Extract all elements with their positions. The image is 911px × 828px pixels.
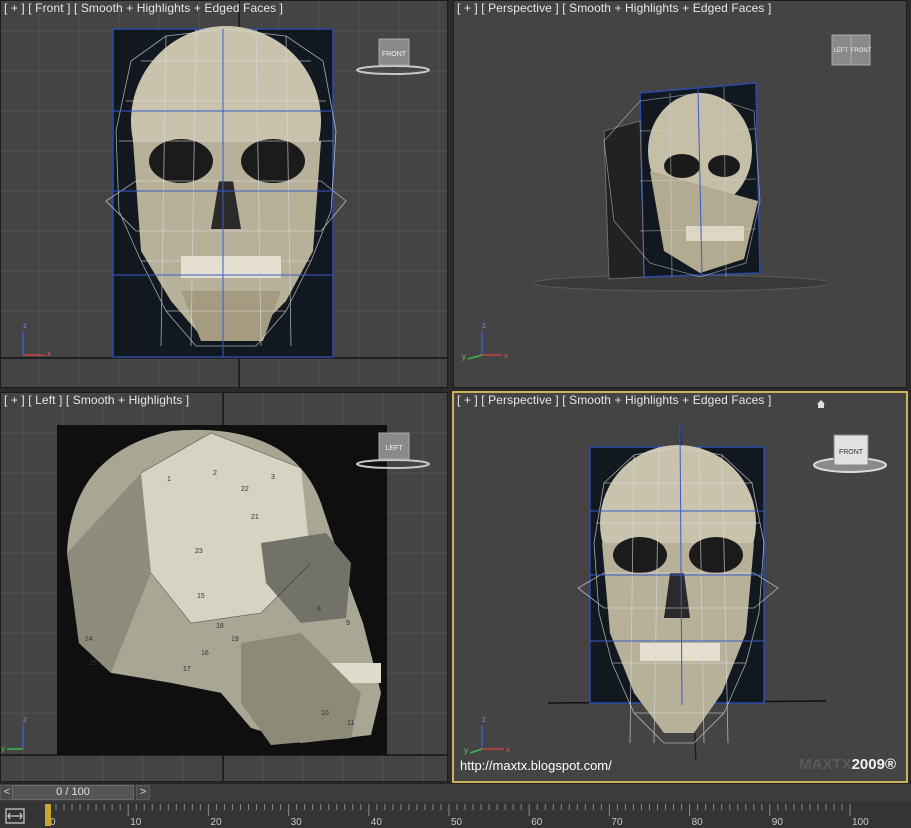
view-cube-label: FRONT	[839, 449, 864, 456]
svg-text:18: 18	[216, 623, 224, 630]
track-ruler: 0 10 20 30 40 50 60 70 80 90 100	[47, 804, 869, 828]
next-frame-button[interactable]: >	[136, 785, 150, 800]
svg-text:9: 9	[346, 620, 350, 627]
ruler-tick-label: 20	[210, 817, 222, 828]
ruler-tick-label: 30	[291, 817, 303, 828]
svg-text:11: 11	[347, 720, 354, 727]
svg-text:21: 21	[251, 514, 259, 521]
brand-year: 2009®	[851, 756, 896, 773]
ruler-tick-label: 70	[611, 817, 623, 828]
track-bar-icon[interactable]	[4, 806, 26, 826]
axis-x-label: x	[506, 745, 510, 754]
viewport-label[interactable]: [ + ] [ Perspective ] [ Smooth + Highlig…	[457, 393, 771, 407]
svg-text:19: 19	[231, 636, 239, 643]
current-frame-marker[interactable]	[45, 804, 51, 826]
axis-tripod: z x y	[462, 321, 508, 361]
viewport-label[interactable]: [ + ] [ Front ] [ Smooth + Highlights + …	[4, 1, 283, 15]
perspective-scene: LEFT FRONT z x y	[462, 34, 872, 361]
watermark-url: http://maxtx.blogspot.com/	[460, 758, 612, 773]
ground-grid	[533, 274, 831, 292]
ruler-tick-label: 40	[371, 817, 383, 828]
viewport-label[interactable]: [ + ] [ Left ] [ Smooth + Highlights ]	[4, 393, 189, 407]
svg-text:15: 15	[197, 593, 205, 600]
axis-x-label: x	[47, 349, 51, 358]
svg-text:10: 10	[321, 710, 329, 717]
ruler-tick-label: 50	[451, 817, 463, 828]
axis-z-label: z	[23, 321, 27, 330]
svg-text:23: 23	[195, 548, 203, 555]
time-slider-bar[interactable]: < 0 / 100 >	[0, 784, 911, 801]
view-cube: FRONT	[813, 434, 887, 473]
svg-text:17: 17	[183, 666, 191, 673]
view-cube-label-front: FRONT	[851, 48, 872, 54]
view-cube-label: FRONT	[382, 51, 407, 58]
axis-tripod: z x	[22, 321, 51, 358]
axis-x-label: x	[504, 351, 508, 360]
left-scene: 1 2 3 22 21 23 15 16 17 18 19 24 25 10 1…	[1, 393, 447, 781]
skull-persp	[648, 93, 758, 273]
track-bar[interactable]: 0 10 20 30 40 50 60 70 80 90 100	[0, 802, 911, 828]
axis-z-label: z	[482, 715, 486, 724]
ruler-tick-label: 80	[692, 817, 704, 828]
perspective-scene: FRONT z x y	[464, 422, 887, 762]
view-cube: FRONT	[356, 38, 430, 75]
view-cube-label: LEFT	[385, 445, 403, 452]
axis-y-label: y	[462, 352, 466, 361]
svg-text:16: 16	[201, 650, 209, 657]
home-icon[interactable]	[816, 399, 826, 409]
time-slider[interactable]: 0 / 100	[12, 785, 134, 800]
ruler-tick-label: 90	[772, 817, 784, 828]
axis-tripod: z x y	[464, 715, 510, 755]
viewport-perspective-active[interactable]: [ + ] [ Perspective ] [ Smooth + Highlig…	[452, 391, 908, 783]
svg-text:2: 2	[213, 470, 217, 477]
brand-main: MAXTX	[799, 756, 852, 773]
ruler-tick-label: 100	[852, 817, 869, 828]
view-cube: LEFT FRONT	[831, 34, 872, 66]
viewport-perspective-top[interactable]: [ + ] [ Perspective ] [ Smooth + Highlig…	[453, 0, 907, 388]
view-cube-label-left: LEFT	[834, 48, 849, 54]
svg-text:3: 3	[271, 474, 275, 481]
svg-text:22: 22	[241, 486, 249, 493]
axis-tripod: z y	[1, 715, 27, 753]
ruler-tick-label: 60	[531, 817, 543, 828]
axis-z-label: z	[482, 321, 486, 330]
viewport-label[interactable]: [ + ] [ Perspective ] [ Smooth + Highlig…	[457, 1, 771, 15]
viewport-front[interactable]: [ + ] [ Front ] [ Smooth + Highlights + …	[0, 0, 448, 388]
axis-z-label: z	[23, 715, 27, 724]
svg-text:1: 1	[167, 476, 171, 483]
watermark-brand: MAXTX2009®	[799, 756, 896, 773]
timeline: < 0 / 100 > 0 10 20 30 40 50 60 70 80 90 100	[0, 783, 911, 828]
side-plane	[603, 120, 645, 280]
axis-y-label: y	[1, 744, 5, 753]
axis-y-label: y	[464, 746, 468, 755]
svg-text:25: 25	[89, 660, 97, 667]
svg-text:24: 24	[85, 636, 93, 643]
3dsmax-workspace: [ + ] [ Front ] [ Smooth + Highlights + …	[0, 0, 911, 828]
viewport-left[interactable]: [ + ] [ Left ] [ Smooth + Highlights ] 1…	[0, 392, 448, 782]
svg-text:8: 8	[317, 606, 321, 613]
ruler-tick-label: 10	[130, 817, 142, 828]
front-scene: FRONT z x	[1, 1, 447, 387]
